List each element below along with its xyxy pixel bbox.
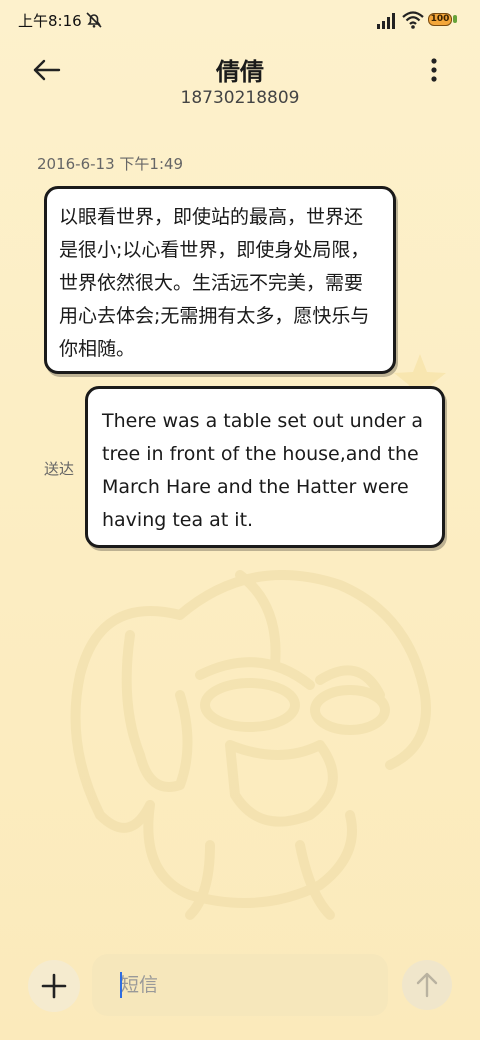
contact-name: 倩倩 bbox=[216, 58, 264, 86]
delivery-status: 送达 bbox=[44, 460, 75, 478]
message-line: 用心去体会;无需拥有太多，愿快乐与 bbox=[59, 305, 370, 327]
signal-icon bbox=[377, 13, 395, 29]
add-attachment-button[interactable] bbox=[28, 960, 80, 1012]
message-line: having tea at it. bbox=[102, 509, 254, 531]
message-line: 是很小;以心看世界，即使身处局限， bbox=[59, 239, 370, 261]
message-line: March Hare and the Hatter were bbox=[102, 476, 409, 498]
plus-icon bbox=[41, 973, 67, 999]
arrow-up-icon bbox=[416, 972, 438, 998]
conversation-header: 倩倩 18730218809 bbox=[0, 40, 480, 120]
status-time: 上午8:16 bbox=[18, 12, 82, 30]
battery-level: 100 bbox=[430, 14, 450, 24]
message-line: 以眼看世界，即使站的最高，世界还 bbox=[59, 206, 364, 228]
composer-bar bbox=[0, 950, 480, 1040]
mute-icon bbox=[86, 12, 102, 28]
dog-watermark-illustration bbox=[70, 570, 431, 920]
more-vertical-icon bbox=[431, 58, 437, 82]
status-bar: 上午8:16 100 bbox=[0, 0, 480, 40]
sent-message-bubble[interactable]: There was a table set out under a tree i… bbox=[85, 386, 445, 548]
message-line: There was a table set out under a bbox=[102, 410, 423, 432]
battery-tip bbox=[453, 15, 457, 23]
more-button[interactable] bbox=[420, 54, 448, 86]
battery-icon: 100 bbox=[428, 12, 458, 28]
received-message-bubble[interactable]: 以眼看世界，即使站的最高，世界还 是很小;以心看世界，即使身处局限， 世界依然很… bbox=[44, 186, 396, 374]
message-line: 你相随。 bbox=[59, 338, 136, 360]
send-button[interactable] bbox=[402, 960, 452, 1010]
contact-number: 18730218809 bbox=[180, 88, 300, 108]
message-line: 世界依然很大。生活远不完美，需要 bbox=[59, 272, 364, 294]
message-line: tree in front of the house,and the bbox=[102, 443, 419, 465]
wifi-icon bbox=[402, 11, 424, 29]
message-timestamp: 2016-6-13 下午1:49 bbox=[37, 155, 184, 173]
text-cursor bbox=[120, 972, 122, 998]
message-input[interactable] bbox=[92, 954, 388, 1016]
